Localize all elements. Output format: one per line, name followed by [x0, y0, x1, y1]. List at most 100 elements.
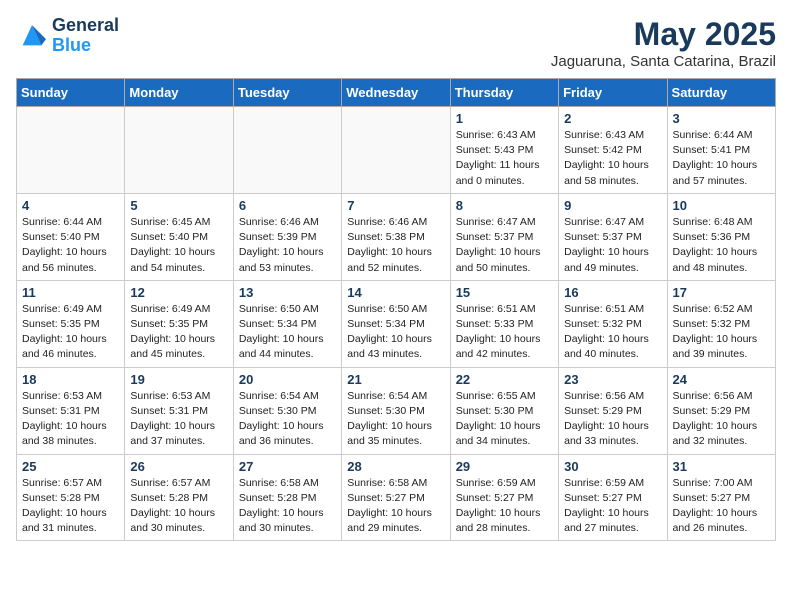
day-number: 8	[456, 198, 553, 213]
day-number: 2	[564, 111, 661, 126]
calendar-cell: 11 Sunrise: 6:49 AMSunset: 5:35 PMDayligh…	[17, 280, 125, 367]
day-info: Sunrise: 6:46 AMSunset: 5:38 PMDaylight:…	[347, 215, 444, 276]
day-number: 13	[239, 285, 336, 300]
day-info: Sunrise: 6:55 AMSunset: 5:30 PMDaylight:…	[456, 389, 553, 450]
day-number: 14	[347, 285, 444, 300]
weekday-header-thursday: Thursday	[450, 79, 558, 107]
day-info: Sunrise: 6:49 AMSunset: 5:35 PMDaylight:…	[130, 302, 227, 363]
day-number: 23	[564, 372, 661, 387]
calendar-cell: 31 Sunrise: 7:00 AMSunset: 5:27 PMDayligh…	[667, 454, 775, 541]
day-number: 16	[564, 285, 661, 300]
day-info: Sunrise: 6:57 AMSunset: 5:28 PMDaylight:…	[130, 476, 227, 537]
calendar-cell: 19 Sunrise: 6:53 AMSunset: 5:31 PMDayligh…	[125, 367, 233, 454]
day-number: 19	[130, 372, 227, 387]
day-info: Sunrise: 6:53 AMSunset: 5:31 PMDaylight:…	[130, 389, 227, 450]
day-info: Sunrise: 6:51 AMSunset: 5:32 PMDaylight:…	[564, 302, 661, 363]
day-info: Sunrise: 6:56 AMSunset: 5:29 PMDaylight:…	[673, 389, 770, 450]
weekday-header-saturday: Saturday	[667, 79, 775, 107]
day-info: Sunrise: 6:58 AMSunset: 5:27 PMDaylight:…	[347, 476, 444, 537]
calendar-cell: 9Sunrise: 6:47 AMSunset: 5:37 PMDaylight…	[559, 193, 667, 280]
day-info: Sunrise: 6:43 AMSunset: 5:43 PMDaylight:…	[456, 128, 553, 189]
location: Jaguaruna, Santa Catarina, Brazil	[551, 53, 776, 70]
day-number: 28	[347, 459, 444, 474]
day-number: 4	[22, 198, 119, 213]
calendar-cell: 23 Sunrise: 6:56 AMSunset: 5:29 PMDayligh…	[559, 367, 667, 454]
month-title: May 2025	[551, 16, 776, 53]
day-info: Sunrise: 6:50 AMSunset: 5:34 PMDaylight:…	[347, 302, 444, 363]
calendar-cell: 30Sunrise: 6:59 AMSunset: 5:27 PMDayligh…	[559, 454, 667, 541]
day-info: Sunrise: 6:44 AMSunset: 5:41 PMDaylight:…	[673, 128, 770, 189]
day-number: 26	[130, 459, 227, 474]
day-number: 27	[239, 459, 336, 474]
day-info: Sunrise: 6:50 AMSunset: 5:34 PMDaylight:…	[239, 302, 336, 363]
calendar-cell: 29 Sunrise: 6:59 AMSunset: 5:27 PMDayligh…	[450, 454, 558, 541]
day-info: Sunrise: 6:59 AMSunset: 5:27 PMDaylight:…	[564, 476, 661, 537]
day-info: Sunrise: 6:52 AMSunset: 5:32 PMDaylight:…	[673, 302, 770, 363]
weekday-header-sunday: Sunday	[17, 79, 125, 107]
day-number: 6	[239, 198, 336, 213]
day-number: 21	[347, 372, 444, 387]
calendar-cell: 1 Sunrise: 6:43 AMSunset: 5:43 PMDaylight…	[450, 107, 558, 194]
day-info: Sunrise: 6:54 AMSunset: 5:30 PMDaylight:…	[239, 389, 336, 450]
day-info: Sunrise: 6:46 AMSunset: 5:39 PMDaylight:…	[239, 215, 336, 276]
day-number: 20	[239, 372, 336, 387]
calendar-cell	[125, 107, 233, 194]
day-info: Sunrise: 6:44 AMSunset: 5:40 PMDaylight:…	[22, 215, 119, 276]
day-number: 18	[22, 372, 119, 387]
day-info: Sunrise: 7:00 AMSunset: 5:27 PMDaylight:…	[673, 476, 770, 537]
day-info: Sunrise: 6:57 AMSunset: 5:28 PMDaylight:…	[22, 476, 119, 537]
day-info: Sunrise: 6:56 AMSunset: 5:29 PMDaylight:…	[564, 389, 661, 450]
day-info: Sunrise: 6:49 AMSunset: 5:35 PMDaylight:…	[22, 302, 119, 363]
calendar-cell: 18Sunrise: 6:53 AMSunset: 5:31 PMDayligh…	[17, 367, 125, 454]
weekday-header-row: SundayMondayTuesdayWednesdayThursdayFrid…	[17, 79, 776, 107]
calendar-cell: 28 Sunrise: 6:58 AMSunset: 5:27 PMDayligh…	[342, 454, 450, 541]
calendar-cell	[233, 107, 341, 194]
day-info: Sunrise: 6:59 AMSunset: 5:27 PMDaylight:…	[456, 476, 553, 537]
calendar-week-row: 1 Sunrise: 6:43 AMSunset: 5:43 PMDaylight…	[17, 107, 776, 194]
day-number: 5	[130, 198, 227, 213]
day-info: Sunrise: 6:48 AMSunset: 5:36 PMDaylight:…	[673, 215, 770, 276]
day-info: Sunrise: 6:45 AMSunset: 5:40 PMDaylight:…	[130, 215, 227, 276]
calendar-cell: 14 Sunrise: 6:50 AMSunset: 5:34 PMDayligh…	[342, 280, 450, 367]
calendar-cell: 12 Sunrise: 6:49 AMSunset: 5:35 PMDayligh…	[125, 280, 233, 367]
calendar-cell: 17 Sunrise: 6:52 AMSunset: 5:32 PMDayligh…	[667, 280, 775, 367]
page-header: General Blue May 2025 Jaguaruna, Santa C…	[16, 16, 776, 70]
calendar-cell: 2 Sunrise: 6:43 AMSunset: 5:42 PMDaylight…	[559, 107, 667, 194]
calendar-cell: 24Sunrise: 6:56 AMSunset: 5:29 PMDayligh…	[667, 367, 775, 454]
day-number: 11	[22, 285, 119, 300]
day-number: 7	[347, 198, 444, 213]
calendar-cell: 8 Sunrise: 6:47 AMSunset: 5:37 PMDaylight…	[450, 193, 558, 280]
calendar-cell: 7 Sunrise: 6:46 AMSunset: 5:38 PMDaylight…	[342, 193, 450, 280]
logo: General Blue	[16, 16, 119, 56]
title-block: May 2025 Jaguaruna, Santa Catarina, Braz…	[551, 16, 776, 70]
calendar-cell: 4 Sunrise: 6:44 AMSunset: 5:40 PMDaylight…	[17, 193, 125, 280]
calendar-cell: 15Sunrise: 6:51 AMSunset: 5:33 PMDayligh…	[450, 280, 558, 367]
day-number: 25	[22, 459, 119, 474]
calendar-cell	[17, 107, 125, 194]
day-number: 17	[673, 285, 770, 300]
day-number: 15	[456, 285, 553, 300]
day-number: 1	[456, 111, 553, 126]
day-number: 22	[456, 372, 553, 387]
calendar-cell: 22 Sunrise: 6:55 AMSunset: 5:30 PMDayligh…	[450, 367, 558, 454]
calendar-cell: 16 Sunrise: 6:51 AMSunset: 5:32 PMDayligh…	[559, 280, 667, 367]
calendar-table: SundayMondayTuesdayWednesdayThursdayFrid…	[16, 78, 776, 541]
day-info: Sunrise: 6:43 AMSunset: 5:42 PMDaylight:…	[564, 128, 661, 189]
weekday-header-monday: Monday	[125, 79, 233, 107]
day-number: 10	[673, 198, 770, 213]
calendar-week-row: 25 Sunrise: 6:57 AMSunset: 5:28 PMDayligh…	[17, 454, 776, 541]
calendar-cell: 10 Sunrise: 6:48 AMSunset: 5:36 PMDayligh…	[667, 193, 775, 280]
weekday-header-tuesday: Tuesday	[233, 79, 341, 107]
day-number: 29	[456, 459, 553, 474]
weekday-header-wednesday: Wednesday	[342, 79, 450, 107]
weekday-header-friday: Friday	[559, 79, 667, 107]
calendar-cell	[342, 107, 450, 194]
day-info: Sunrise: 6:58 AMSunset: 5:28 PMDaylight:…	[239, 476, 336, 537]
day-info: Sunrise: 6:47 AMSunset: 5:37 PMDaylight:…	[456, 215, 553, 276]
day-info: Sunrise: 6:54 AMSunset: 5:30 PMDaylight:…	[347, 389, 444, 450]
logo-text: General Blue	[52, 16, 119, 56]
day-number: 9	[564, 198, 661, 213]
calendar-cell: 5 Sunrise: 6:45 AMSunset: 5:40 PMDaylight…	[125, 193, 233, 280]
day-number: 12	[130, 285, 227, 300]
day-number: 31	[673, 459, 770, 474]
